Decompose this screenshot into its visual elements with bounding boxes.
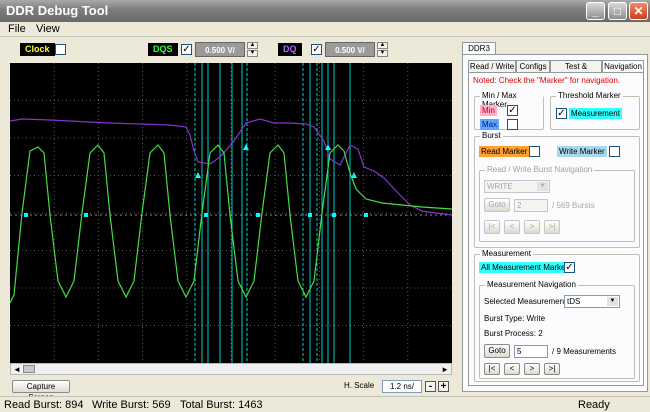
clock-label: Clock xyxy=(20,43,55,56)
threshold-marker-group: Threshold Marker ✓ Measurement xyxy=(550,91,640,130)
threshold-triangle xyxy=(351,172,357,178)
burst-group: Burst Read Marker Write Marker Read / Wr… xyxy=(474,131,640,248)
burst-type-value: WRITE xyxy=(487,182,513,191)
burst-last-button[interactable]: >| xyxy=(544,220,560,234)
crossing-point xyxy=(308,213,312,217)
crossing-point xyxy=(364,213,368,217)
capture-screen-button[interactable]: Capture Screen xyxy=(12,380,70,402)
crossing-point xyxy=(256,213,260,217)
chevron-down-icon: ▼ xyxy=(607,297,618,306)
threshold-marker-title: Threshold Marker xyxy=(556,91,623,100)
close-button[interactable]: ✕ xyxy=(629,2,648,20)
crossing-point xyxy=(204,213,208,217)
read-marker-checkbox[interactable] xyxy=(529,146,540,157)
measurement-prev-button[interactable]: < xyxy=(504,363,520,375)
dq-checkbox[interactable]: ✓ xyxy=(311,44,322,55)
burst-navigation-group: Read / Write Burst Navigation WRITE ▼ Go… xyxy=(479,165,635,242)
measurement-title: Measurement xyxy=(480,249,533,258)
selected-measurement-dropdown[interactable]: tDS ▼ xyxy=(564,295,620,308)
dq-volt-up[interactable]: ▲ xyxy=(377,42,388,49)
threshold-measurement-label: Measurement xyxy=(569,108,622,119)
burst-title: Burst xyxy=(480,131,503,140)
min-marker-label: Min xyxy=(480,105,497,116)
measurement-first-button[interactable]: |< xyxy=(484,363,500,375)
hscale-label: H. Scale xyxy=(344,381,375,390)
max-marker-checkbox[interactable] xyxy=(507,119,518,130)
burst-prev-button[interactable]: < xyxy=(504,220,520,234)
all-measurement-marker-checkbox[interactable]: ✓ xyxy=(564,262,575,273)
clock-checkbox[interactable] xyxy=(55,44,66,55)
selected-measurement-label: Selected Measurement: xyxy=(484,297,569,306)
ready-status: Ready xyxy=(578,399,610,411)
maximize-button[interactable]: □ xyxy=(608,2,627,20)
hscale-minus-button[interactable]: - xyxy=(425,381,436,392)
dqs-volt-down[interactable]: ▼ xyxy=(247,50,258,57)
right-panel: DDR3 Read / Write Configs Test & Results… xyxy=(460,40,650,394)
burst-goto-button[interactable]: Goto xyxy=(484,198,510,212)
dqs-checkbox[interactable]: ✓ xyxy=(181,44,192,55)
measurement-count-text: / 9 Measurements xyxy=(552,347,617,356)
scroll-thumb[interactable] xyxy=(23,365,35,373)
dqs-label: DQS xyxy=(148,43,178,56)
max-marker-label: Max xyxy=(480,119,500,130)
minimize-button[interactable]: _ xyxy=(586,2,605,20)
measurement-goto-button[interactable]: Goto xyxy=(484,344,510,358)
menu-bar: File View xyxy=(0,22,650,37)
measurement-next-button[interactable]: > xyxy=(524,363,540,375)
read-burst-status: Read Burst: 894 xyxy=(4,399,84,411)
window-title: DDR Debug Tool xyxy=(6,3,109,18)
burst-next-button[interactable]: > xyxy=(524,220,540,234)
oscilloscope-display[interactable] xyxy=(10,63,452,363)
write-marker-label: Write Marker xyxy=(557,146,607,157)
scroll-left-arrow[interactable]: ◄ xyxy=(13,365,21,374)
threshold-measurement-checkbox[interactable]: ✓ xyxy=(556,108,567,119)
horizontal-scrollbar[interactable]: ◄ ► xyxy=(10,363,452,375)
burst-first-button[interactable]: |< xyxy=(484,220,500,234)
dq-volt-field[interactable]: 0.500 V/ xyxy=(325,42,375,57)
dqs-volt-up[interactable]: ▲ xyxy=(247,42,258,49)
selected-measurement-value: tDS xyxy=(567,297,581,306)
channel-controls: Clock DQS ✓ 0.500 V/ ▲ ▼ DQ ✓ 0.500 V/ ▲… xyxy=(0,37,460,61)
scroll-right-arrow[interactable]: ► xyxy=(441,365,449,374)
total-burst-status: Total Burst: 1463 xyxy=(180,399,263,411)
burst-goto-field[interactable]: 2 xyxy=(514,199,548,212)
burst-count-text: / 569 Bursts xyxy=(552,201,595,210)
write-burst-status: Write Burst: 569 xyxy=(92,399,171,411)
burst-type-text: Burst Type: Write xyxy=(484,314,546,323)
hscale-plus-button[interactable]: + xyxy=(438,381,449,392)
title-bar: DDR Debug Tool _ □ ✕ xyxy=(0,0,650,22)
waveform-plot xyxy=(10,63,452,363)
measurement-last-button[interactable]: >| xyxy=(544,363,560,375)
scope-grid xyxy=(10,63,452,363)
menu-view[interactable]: View xyxy=(36,23,60,35)
burst-type-dropdown[interactable]: WRITE ▼ xyxy=(484,180,550,193)
write-marker-checkbox[interactable] xyxy=(609,146,620,157)
navigation-note: Noted: Check the "Marker" for navigation… xyxy=(473,76,621,85)
crossing-point xyxy=(332,213,336,217)
measurement-navigation-title: Measurement Navigation xyxy=(485,280,578,289)
read-marker-label: Read Marker xyxy=(479,146,530,157)
all-measurement-marker-label: All Measurement Marker xyxy=(479,262,571,273)
burst-navigation-title: Read / Write Burst Navigation xyxy=(485,165,595,174)
hscale-field[interactable]: 1.2 ns/ xyxy=(382,380,422,393)
measurement-goto-field[interactable]: 5 xyxy=(514,345,548,358)
threshold-triangle xyxy=(195,172,201,178)
chevron-down-icon: ▼ xyxy=(537,182,548,191)
menu-file[interactable]: File xyxy=(8,23,26,35)
dqs-volt-field[interactable]: 0.500 V/ xyxy=(195,42,245,57)
measurement-group: Measurement All Measurement Marker ✓ Mea… xyxy=(474,249,640,382)
crossing-point xyxy=(84,213,88,217)
status-bar: Read Burst: 894 Write Burst: 569 Total B… xyxy=(0,396,650,412)
burst-process-text: Burst Process: 2 xyxy=(484,329,543,338)
crossing-point xyxy=(24,213,28,217)
threshold-triangle xyxy=(243,144,249,150)
dq-label: DQ xyxy=(278,43,302,56)
minmax-marker-group: Min / Max Marker Min ✓ Max xyxy=(474,91,544,130)
dq-volt-down[interactable]: ▼ xyxy=(377,50,388,57)
measurement-navigation-group: Measurement Navigation Selected Measurem… xyxy=(479,280,635,379)
min-marker-checkbox[interactable]: ✓ xyxy=(507,105,518,116)
